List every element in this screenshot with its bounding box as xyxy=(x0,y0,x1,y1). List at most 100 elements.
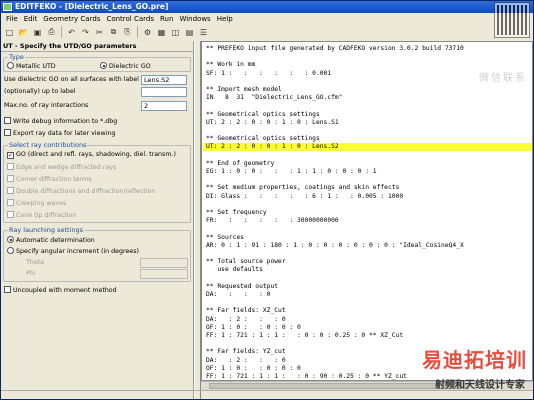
redo-icon[interactable]: ↷ xyxy=(79,26,92,39)
editor-line[interactable]: SF: 1 : : : : : : 0.001 xyxy=(206,70,331,78)
edge-wedge-checkbox[interactable]: Edge and wedge diffracted rays xyxy=(7,163,116,172)
undo-icon[interactable]: ↶ xyxy=(65,26,78,39)
grid-icon[interactable]: ▦ xyxy=(155,26,168,39)
go-label: GO (direct and refl. rays, shadowing, di… xyxy=(16,151,176,158)
editor-line[interactable]: EG: 1 : 0 : 0 : : : 1 : 1 : 0 : 0 : 0 : … xyxy=(206,168,377,176)
editor-line-highlighted[interactable]: UT: 2 : 2 : 0 : 0 : 1 : 0 : Lens.S2 xyxy=(203,143,532,152)
copy-icon[interactable]: ⧉ xyxy=(107,26,120,39)
double-diffraction-label: Double diffractions and diffraction/refl… xyxy=(16,188,156,195)
radio-circle xyxy=(7,62,14,69)
go-checkbox[interactable]: ✓ GO (direct and refl. rays, shadowing, d… xyxy=(7,151,176,159)
editor-line[interactable]: ** End of geometry xyxy=(206,160,274,168)
creeping-waves-checkbox[interactable]: Creeping waves xyxy=(7,199,66,208)
editor-line[interactable]: ** Set frequency xyxy=(206,209,267,217)
editor-line[interactable]: OF: 1 : 0 : : 0 : 0 : 0 xyxy=(206,324,301,332)
use-dielectric-label: Use dielectric GO on all surfaces with l… xyxy=(4,76,139,83)
editor-line[interactable]: use defaults xyxy=(206,266,263,274)
editor-line[interactable]: DA: : 2 : : : 0 xyxy=(206,316,286,324)
open-icon[interactable]: 📂 xyxy=(17,26,30,39)
editor-line[interactable]: IN 8 31 "Dielectric_Lens_GO.cfm" xyxy=(206,94,342,102)
checkbox xyxy=(7,175,14,182)
phi-field[interactable] xyxy=(140,269,188,279)
editor-line[interactable]: ** Far fields: YZ_cut xyxy=(206,348,286,356)
menu-run[interactable]: Run xyxy=(157,15,176,23)
editor-line[interactable]: FR: : : : : : 30000000000 xyxy=(206,217,339,225)
checkbox xyxy=(4,117,11,124)
text-editor[interactable]: ** PREFEKO input file generated by CADFE… xyxy=(201,41,533,381)
optional-label-field[interactable] xyxy=(141,87,187,97)
menu-control-cards[interactable]: Control Cards xyxy=(103,15,157,23)
write-debug-checkbox[interactable]: Write debug information to *.dbg xyxy=(4,117,117,126)
editor-line[interactable]: ** Geometrical optics settings xyxy=(206,135,320,143)
export-ray-checkbox[interactable]: Export ray data for later viewing xyxy=(4,129,115,138)
menu-edit[interactable]: Edit xyxy=(21,15,41,23)
editor-line[interactable]: ** Total source power xyxy=(206,258,286,266)
optional-label: (optionally) up to label xyxy=(4,88,76,95)
toolbar-separator xyxy=(137,26,138,38)
type-group-label: Type xyxy=(8,53,25,61)
double-diffraction-checkbox[interactable]: Double diffractions and diffraction/refl… xyxy=(7,187,155,196)
dielectric-go-radio[interactable]: Dielectric GO xyxy=(100,62,151,71)
editor-line[interactable]: UT: 2 : 2 : 0 : 0 : 1 : 0 : Lens.S1 xyxy=(206,119,339,127)
editor-line[interactable]: ** Work in mm xyxy=(206,61,255,69)
editor-line[interactable]: DI: Glass : : : : : 6 : 1 : : 0.005 : 10… xyxy=(206,193,403,201)
metallic-utd-radio[interactable]: Metallic UTD xyxy=(7,62,56,71)
edge-wedge-label: Edge and wedge diffracted rays xyxy=(16,164,117,171)
editor-line[interactable]: ** Import mesh model xyxy=(206,86,282,94)
menu-windows[interactable]: Windows xyxy=(176,15,213,23)
uncoupled-label: Uncoupled with moment method xyxy=(13,287,117,294)
editor-line[interactable]: ** Sources xyxy=(206,234,244,242)
editor-line[interactable]: ** PREFEKO input file generated by CADFE… xyxy=(206,45,464,53)
editfeko-window: EDITFEKO - [Dielectric_Lens_GO.pre] File… xyxy=(0,0,534,400)
save-icon[interactable]: ▣ xyxy=(31,26,44,39)
checkbox xyxy=(4,129,11,136)
cone-tip-checkbox[interactable]: Cone tip diffraction xyxy=(7,211,76,220)
max-ray-label: Max.no. of ray interactions xyxy=(4,102,89,109)
app-icon xyxy=(3,3,12,11)
split-icon[interactable]: ▤ xyxy=(183,26,196,39)
radio-circle xyxy=(7,247,14,254)
menu-file[interactable]: File xyxy=(3,15,21,23)
editor-line[interactable]: OF: 1 : 0 : : 0 : 0 : 0 xyxy=(206,365,301,373)
editor-line[interactable]: AR: 0 : 1 : 91 : 180 : 1 : 0 : 0 : 0 : 0… xyxy=(206,242,464,250)
corner-diffraction-checkbox[interactable]: Corner diffraction terms xyxy=(7,175,91,184)
menu-geometry-cards[interactable]: Geometry Cards xyxy=(40,15,103,23)
editor-line[interactable]: ** Set medium properties, coatings and s… xyxy=(206,184,399,192)
theta-field[interactable] xyxy=(140,258,188,268)
new-icon[interactable]: □ xyxy=(3,26,16,39)
cut-icon[interactable]: ✂ xyxy=(93,26,106,39)
run-icon[interactable]: ⚙ xyxy=(141,26,154,39)
editor-line[interactable]: DA: : : : 0 xyxy=(206,291,270,299)
ray-contributions-group: Select ray contributions ✓ GO (direct and… xyxy=(3,141,191,223)
print-icon[interactable]: ⎙ xyxy=(45,26,58,39)
label-field[interactable]: Lens.S2 xyxy=(141,75,187,85)
editor-line[interactable]: ** Requested output xyxy=(206,283,278,291)
editor-line[interactable]: ** Geometrical optics settings xyxy=(206,111,320,119)
menu-help[interactable]: Help xyxy=(214,15,236,23)
status-bar xyxy=(1,390,533,399)
editor-line[interactable]: FF: 1 : 721 : 1 : 1 : : 0 : 0 : 0.25 : 0… xyxy=(206,332,403,340)
uncoupled-checkbox[interactable]: Uncoupled with moment method xyxy=(4,286,117,295)
panel-splitter[interactable] xyxy=(194,41,201,399)
editor-line[interactable]: ** Far fields: XZ_Cut xyxy=(206,307,286,315)
layout-icon[interactable]: ◫ xyxy=(169,26,182,39)
creeping-waves-label: Creeping waves xyxy=(16,200,67,207)
ray-contributions-label: Select ray contributions xyxy=(8,141,88,149)
dielectric-go-label: Dielectric GO xyxy=(109,63,151,70)
automatic-radio[interactable]: Automatic determination xyxy=(7,236,95,245)
ray-launching-group: Ray launching settings Automatic determi… xyxy=(3,226,191,282)
watermark-logo: 易迪拓培训 xyxy=(422,348,527,372)
scrollbar-thumb[interactable] xyxy=(209,383,469,389)
ut-card-panel: UT - Specify the UTD/GO parameters Type … xyxy=(1,41,194,399)
export-ray-label: Export ray data for later viewing xyxy=(13,130,116,137)
editor-line[interactable]: DA: : 2 : : : 0 xyxy=(206,357,286,365)
max-ray-field[interactable]: 2 xyxy=(141,101,187,111)
paste-icon[interactable]: ⎘ xyxy=(121,26,134,39)
editor-line[interactable]: FF: 1 : 721 : 1 : 1 : : 0 : 90 : 0.25 : … xyxy=(206,373,407,380)
corner-diffraction-label: Corner diffraction terms xyxy=(16,176,92,183)
checkbox xyxy=(7,187,14,194)
radio-circle-selected xyxy=(100,62,107,69)
checkbox xyxy=(7,163,14,170)
list-icon[interactable]: ☰ xyxy=(197,26,210,39)
angular-increment-radio[interactable]: Specify angular increment (in degrees) xyxy=(7,247,139,256)
